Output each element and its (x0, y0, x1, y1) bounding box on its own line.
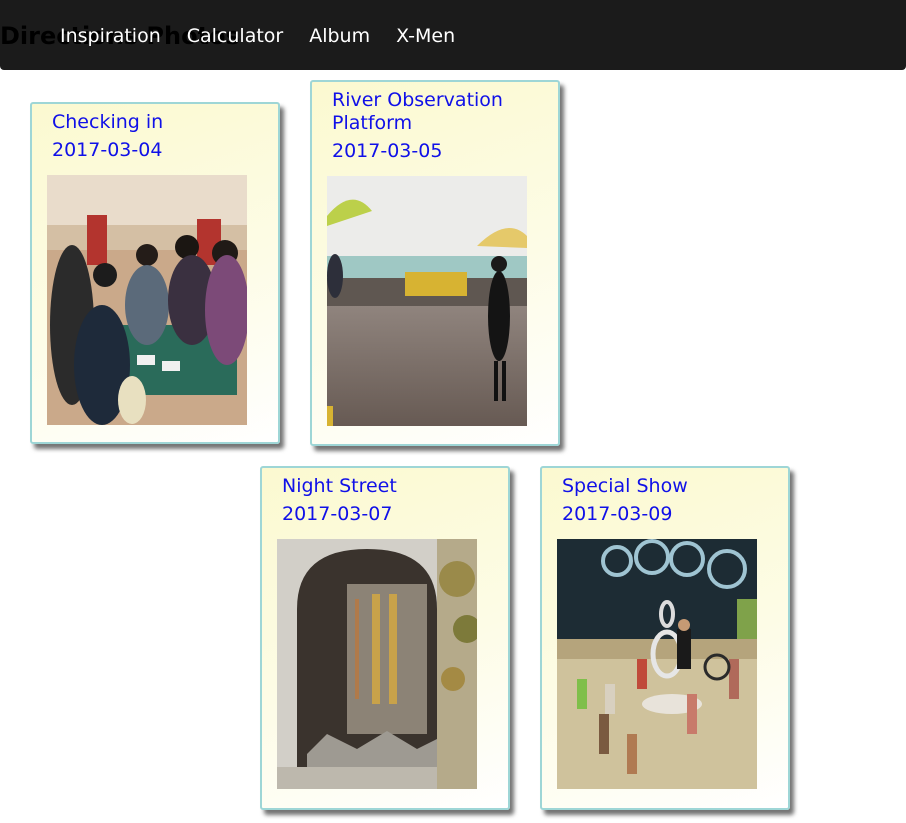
card-date: 2017-03-09 (562, 503, 673, 525)
nav-links: Inspiration Calculator Album X-Men (60, 24, 481, 48)
stone-gate-photo[interactable] (277, 539, 477, 789)
card-title: Night Street (282, 475, 397, 497)
river-platform-photo[interactable] (327, 176, 527, 426)
album-card-special-show[interactable]: Special Show 2017-03-09 (540, 466, 790, 810)
nav-link-calculator[interactable]: Calculator (187, 24, 283, 48)
top-navbar: Directions Photos Inspiration Calculator… (0, 0, 906, 70)
acrobat-show-photo[interactable] (557, 539, 757, 789)
nav-link-album[interactable]: Album (309, 24, 370, 48)
card-title: River Observation Platform (332, 89, 503, 134)
card-date: 2017-03-05 (332, 140, 443, 162)
card-date: 2017-03-07 (282, 503, 393, 525)
nav-link-inspiration[interactable]: Inspiration (60, 24, 161, 48)
hotel-lobby-photo[interactable] (47, 175, 247, 425)
nav-link-x-men[interactable]: X-Men (396, 24, 455, 48)
card-title: Checking in (52, 111, 164, 133)
album-card-river-observation-platform[interactable]: River Observation Platform 2017-03-05 (310, 80, 560, 446)
card-date: 2017-03-04 (52, 139, 163, 161)
card-title: Special Show (562, 475, 688, 497)
album-card-checking-in[interactable]: Checking in 2017-03-04 (30, 102, 280, 444)
album-card-night-street[interactable]: Night Street 2017-03-07 (260, 466, 510, 810)
